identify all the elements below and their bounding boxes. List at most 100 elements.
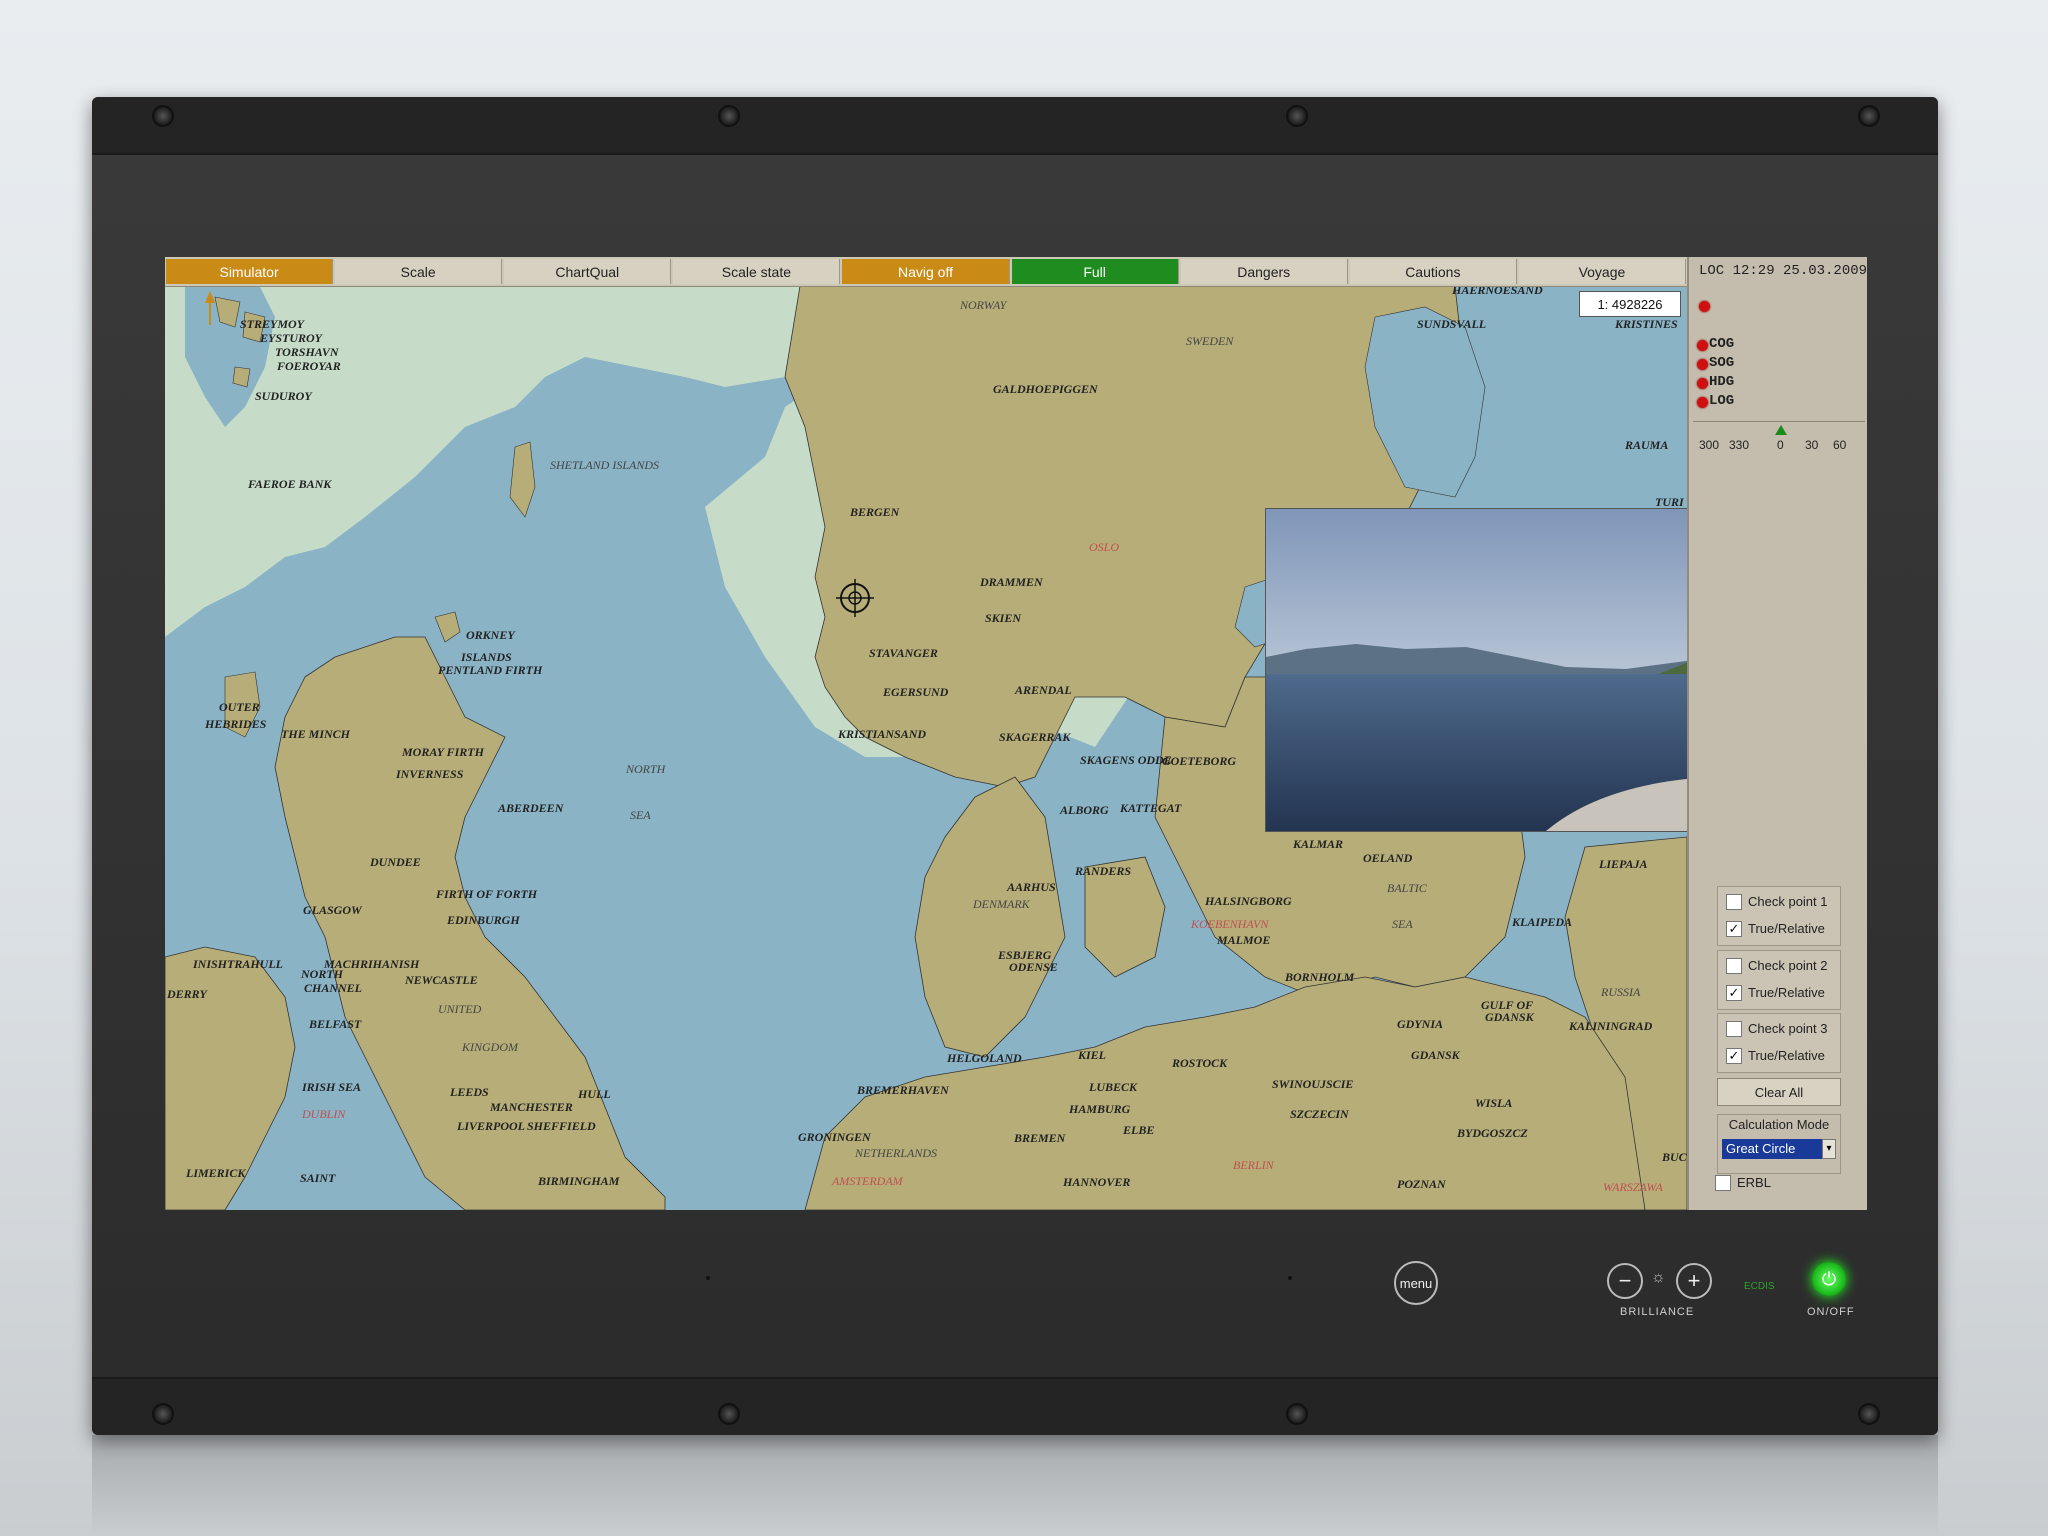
map-label: BIRMINGHAM [538,1174,620,1188]
tab-scale[interactable]: Scale [335,259,503,284]
map-label: SZCZECIN [1290,1107,1349,1121]
sensor-led [1697,397,1708,408]
map-label: FOEROYAR [277,359,341,373]
erbl-checkbox[interactable] [1715,1175,1731,1191]
checkpoint-1-checkbox[interactable] [1726,894,1742,910]
map-label: OUTER [219,700,260,714]
map-label: UNITED [438,1002,482,1016]
checkpoint-2-checkbox[interactable] [1726,958,1742,974]
map-label: SUNDSVALL [1417,317,1487,331]
tab-simulator[interactable]: Simulator [166,259,334,284]
map-label: GLASGOW [303,903,362,917]
bezel-top-strip [92,97,1938,155]
map-label: KOEBENHAVN [1191,917,1269,931]
map-label: EGERSUND [883,685,949,699]
map-label: OSLO [1089,540,1120,554]
map-label: KLAIPEDA [1512,915,1573,929]
checkpoint-group-1: Check point 1 ✓ True/Relative [1717,886,1841,946]
rose-tick: 30 [1805,438,1819,452]
checkpoint-2-label: Check point 2 [1748,958,1828,973]
clear-all-button[interactable]: Clear All [1717,1078,1841,1106]
calculation-mode-select[interactable]: Great Circle [1722,1139,1822,1159]
map-label: LEEDS [450,1085,489,1099]
true-relative-label: True/Relative [1748,921,1825,936]
map-label: THE MINCH [281,727,351,741]
tab-voyage[interactable]: Voyage [1518,259,1686,284]
map-label: BREMERHAVEN [857,1083,949,1097]
tab-full[interactable]: Full [1011,259,1179,284]
screw [1286,105,1308,127]
map-label: DRAMMEN [980,575,1043,589]
menu-button[interactable]: menu [1394,1261,1438,1305]
map-label: GRONINGEN [798,1130,871,1144]
map-label: KATTEGAT [1120,801,1182,815]
map-label: ARENDAL [1015,683,1072,697]
map-label: SAINT [300,1171,336,1185]
map-label: KIEL [1078,1048,1107,1062]
map-label: DUNDEE [370,855,421,869]
map-label: SHETLAND ISLANDS [550,458,660,472]
checkpoint-1-true-relative-checkbox[interactable]: ✓ [1726,921,1742,937]
map-label: HANNOVER [1063,1175,1131,1189]
alarm-led [1699,301,1710,312]
screw [718,105,740,127]
rose-tick: 300 [1699,438,1720,452]
map-label: ELBE [1123,1123,1155,1137]
chevron-down-icon[interactable]: ▾ [1822,1139,1836,1159]
sensor-sog: SOG [1709,355,1735,371]
checkpoint-1-label: Check point 1 [1748,894,1828,909]
map-label: BUC [1662,1150,1687,1164]
calculation-mode-label: Calculation Mode [1728,1117,1830,1132]
tab-cautions[interactable]: Cautions [1349,259,1517,284]
map-label: BELFAST [309,1017,362,1031]
map-label: KALMAR [1293,837,1344,851]
brilliance-minus-button[interactable]: − [1607,1263,1643,1299]
map-label: EDINBURGH [447,913,520,927]
map-label: GALDHOEPIGGEN [993,382,1098,396]
checkpoint-3-checkbox[interactable] [1726,1021,1742,1037]
erbl-label: ERBL [1737,1175,1771,1190]
screw [718,1403,740,1425]
tab-chartqual[interactable]: ChartQual [504,259,672,284]
map-label: LUBECK [1089,1080,1138,1094]
map-label: NORTH [301,967,343,981]
screw [152,1403,174,1425]
map-label: BERGEN [850,505,900,519]
tab-scale-state[interactable]: Scale state [673,259,841,284]
checkpoint-3-true-relative-checkbox[interactable]: ✓ [1726,1048,1742,1064]
map-label: NETHERLANDS [855,1146,938,1160]
map-label: RUSSIA [1601,985,1641,999]
checkpoint-3-label: Check point 3 [1748,1021,1828,1036]
brilliance-label: BRILLIANCE [1620,1306,1695,1318]
map-label: WISLA [1475,1096,1513,1110]
screw [1858,105,1880,127]
map-label: SKIEN [985,611,1022,625]
map-label: SWEDEN [1186,334,1234,348]
brilliance-plus-button[interactable]: + [1676,1263,1712,1299]
heading-marker-icon [1775,425,1787,435]
rose-tick: 60 [1833,438,1847,452]
map-label: STAVANGER [869,646,938,660]
map-label: MANCHESTER [490,1100,573,1114]
right-status-panel: LOC 12:29 25.03.2009 COG SOG HDG LOG 300… [1687,257,1867,1210]
tab-dangers[interactable]: Dangers [1180,259,1348,284]
map-label: IRISH SEA [302,1080,362,1094]
map-label: ORKNEY [466,628,515,642]
map-label: LIEPAJA [1599,857,1648,871]
map-label: DENMARK [973,897,1030,911]
map-label: ALBORG [1060,803,1109,817]
map-label: KRISTINES [1615,317,1678,331]
sensor-hdg: HDG [1709,374,1735,390]
checkpoint-2-true-relative-checkbox[interactable]: ✓ [1726,985,1742,1001]
map-label: ABERDEEN [498,801,564,815]
map-label: ODENSE [1009,960,1058,974]
map-label: AMSTERDAM [832,1174,903,1188]
sensor-led [1697,378,1708,389]
true-relative-label: True/Relative [1748,1048,1825,1063]
map-label: GOETEBORG [1162,754,1237,768]
map-label: SEA [630,808,651,822]
tab-navig-off[interactable]: Navig off [842,259,1010,284]
power-button[interactable]: ⏻ [1812,1262,1846,1296]
map-label: AARHUS [1007,880,1056,894]
map-label: SUDUROY [255,389,312,403]
